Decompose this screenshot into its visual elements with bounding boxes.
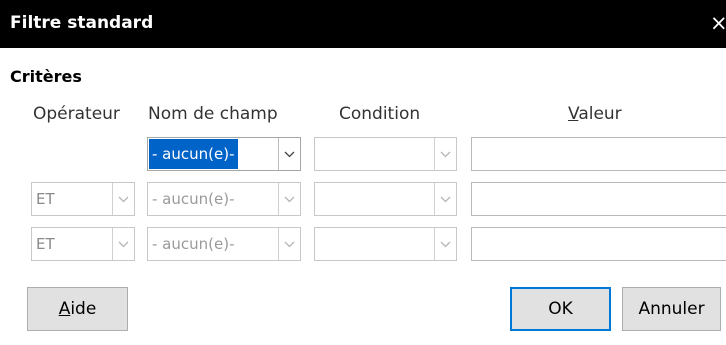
condition-select-2	[314, 182, 457, 216]
value-input-3	[471, 227, 726, 261]
value-input-1[interactable]	[471, 137, 726, 171]
header-value-rest: aleur	[578, 104, 622, 124]
help-button[interactable]: Aide	[27, 287, 128, 331]
help-mnemonic: A	[58, 299, 71, 319]
condition-value-1	[316, 139, 322, 169]
header-value: Valeur	[568, 104, 622, 124]
chevron-down-icon	[434, 183, 456, 215]
chevron-down-icon	[112, 228, 134, 260]
close-icon[interactable]: ×	[710, 12, 726, 34]
condition-value-2	[316, 184, 322, 214]
operator-value-3: ET	[36, 235, 55, 253]
cancel-button[interactable]: Annuler	[622, 287, 721, 331]
header-value-mnemonic: V	[568, 104, 579, 124]
field-name-value-2: - aucun(e)-	[152, 190, 235, 208]
title-bar: Filtre standard ×	[0, 0, 726, 48]
operator-select-3: ET	[31, 227, 135, 261]
chevron-down-icon[interactable]	[278, 138, 300, 170]
value-input-2	[471, 182, 726, 216]
header-field-name: Nom de champ	[148, 104, 278, 124]
help-label-rest: ide	[70, 299, 97, 319]
chevron-down-icon	[434, 228, 456, 260]
section-title-criteria: Critères	[10, 67, 82, 86]
window-title: Filtre standard	[10, 13, 154, 33]
chevron-down-icon	[112, 183, 134, 215]
condition-select-3	[314, 227, 457, 261]
operator-select-2: ET	[31, 182, 135, 216]
chevron-down-icon	[278, 183, 300, 215]
field-name-select-2: - aucun(e)-	[147, 182, 301, 216]
operator-value-2: ET	[36, 190, 55, 208]
field-name-select-3: - aucun(e)-	[147, 227, 301, 261]
condition-value-3	[316, 229, 322, 259]
field-name-select-1[interactable]: - aucun(e)-	[147, 137, 301, 171]
field-name-value-1: - aucun(e)-	[149, 139, 238, 169]
chevron-down-icon	[434, 138, 456, 170]
field-name-value-3: - aucun(e)-	[152, 235, 235, 253]
chevron-down-icon	[278, 228, 300, 260]
condition-select-1	[314, 137, 457, 171]
ok-button[interactable]: OK	[510, 287, 611, 331]
header-operator: Opérateur	[33, 104, 120, 124]
header-condition: Condition	[339, 104, 421, 124]
